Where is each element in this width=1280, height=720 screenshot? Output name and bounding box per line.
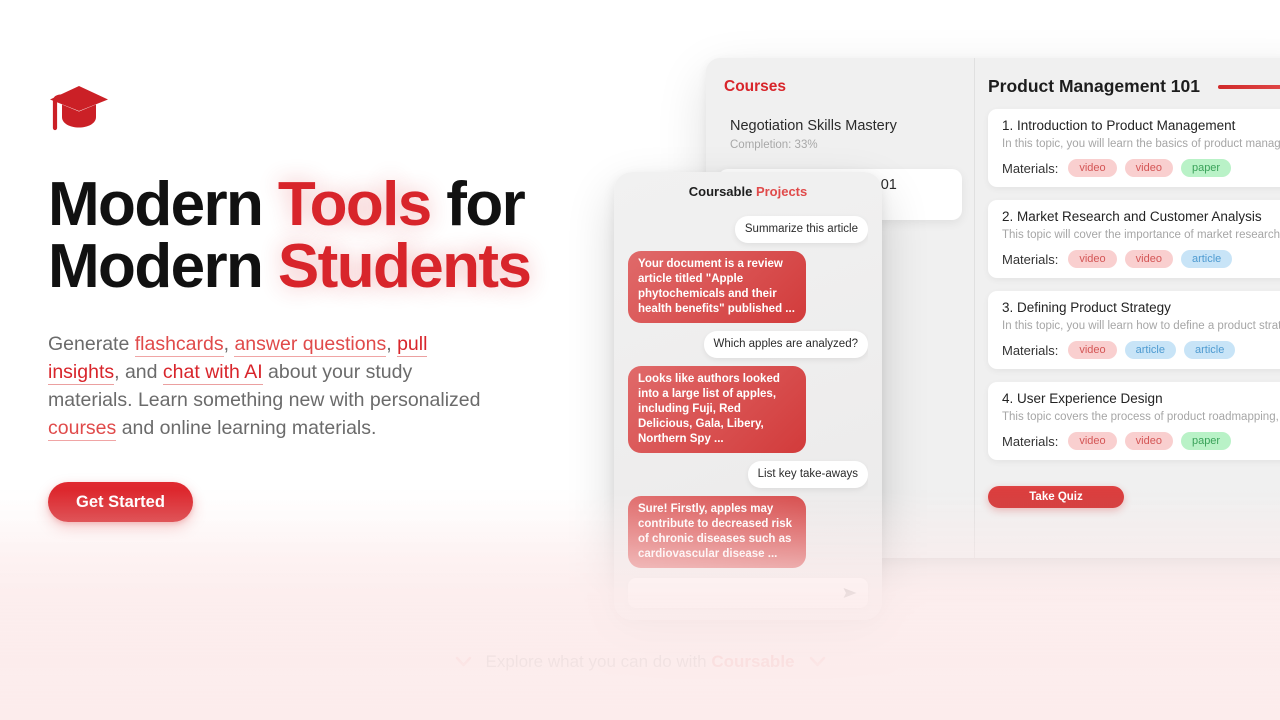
- explore-label: Explore what you can do with Coursable: [486, 652, 795, 672]
- get-started-button[interactable]: Get Started: [48, 482, 193, 522]
- page-title: Modern Tools for Modern Students: [48, 174, 608, 298]
- topic-title: 4. User Experience Design: [1002, 391, 1163, 406]
- materials-label: Materials:: [1002, 342, 1059, 358]
- topic-card[interactable]: 2. Market Research and Customer Analysis…: [988, 200, 1280, 286]
- material-tag-paper[interactable]: paper: [1180, 159, 1232, 177]
- topic-list: 1. Introduction to Product Management In…: [988, 109, 1280, 468]
- explore-brand: Coursable: [711, 652, 795, 671]
- headline-part-1: Modern: [48, 170, 278, 239]
- subcopy-text-6: and online learning materials.: [116, 417, 377, 439]
- header-rule: [1218, 84, 1280, 89]
- courses-heading: Courses: [724, 78, 787, 95]
- link-flashcards[interactable]: flashcards: [134, 333, 224, 357]
- material-tag-article[interactable]: article: [1184, 341, 1236, 359]
- topic-title: 1. Introduction to Product Management: [1002, 118, 1236, 133]
- headline-part-2: for: [430, 170, 525, 239]
- topic-card[interactable]: 1. Introduction to Product Management In…: [988, 109, 1280, 195]
- subcopy-text-4: , and: [114, 361, 163, 383]
- material-tag-video[interactable]: video: [1068, 159, 1117, 177]
- material-tag-article[interactable]: article: [1124, 341, 1176, 359]
- materials-row: Materials: video video article: [1002, 250, 1280, 268]
- material-tag-paper[interactable]: paper: [1180, 432, 1232, 450]
- explore-strip: Explore what you can do with Coursable: [0, 652, 1280, 672]
- chat-message-user: List key take-aways: [747, 461, 868, 488]
- materials-label: Materials:: [1002, 251, 1059, 267]
- quiz-area: Take Quiz: [988, 486, 1280, 508]
- headline-accent-students: Students: [277, 232, 532, 301]
- materials-label: Materials:: [1002, 433, 1059, 449]
- headline-accent-tools: Tools: [277, 170, 432, 239]
- topic-title: 3. Defining Product Strategy: [1002, 300, 1171, 315]
- link-answer-questions[interactable]: answer questions: [234, 333, 387, 357]
- topic-description: This topic will cover the importance of …: [1002, 229, 1280, 241]
- material-tag-video[interactable]: video: [1124, 250, 1173, 268]
- link-courses[interactable]: courses: [48, 417, 117, 441]
- chat-input[interactable]: [638, 586, 842, 600]
- headline-part-3: Modern: [48, 232, 278, 301]
- material-tag-video[interactable]: video: [1124, 159, 1173, 177]
- course-title: Product Management 101: [988, 76, 1200, 96]
- materials-row: Materials: video video paper: [1002, 432, 1280, 450]
- material-tag-article[interactable]: article: [1180, 250, 1233, 268]
- chevron-down-icon-right[interactable]: [809, 656, 826, 668]
- subcopy-text-1: Generate: [48, 333, 135, 355]
- material-tag-video[interactable]: video: [1124, 432, 1173, 450]
- topic-title: 2. Market Research and Customer Analysis: [1002, 209, 1262, 224]
- material-tag-video[interactable]: video: [1068, 341, 1117, 359]
- chevron-down-icon-left[interactable]: [455, 656, 472, 668]
- course-content-pane: Product Management 101 1. Introduction t…: [974, 58, 1280, 558]
- content-header: Product Management 101: [988, 76, 1280, 97]
- hero-section: Modern Tools for Modern Students Generat…: [48, 84, 608, 522]
- chat-message-user: Summarize this article: [734, 216, 868, 243]
- subcopy-text-2: ,: [223, 333, 235, 355]
- chat-input-row[interactable]: [628, 578, 868, 608]
- topic-description: This topic covers the process of product…: [1002, 411, 1280, 423]
- material-tag-video[interactable]: video: [1068, 432, 1117, 450]
- course-completion: Completion: 33%: [730, 139, 818, 151]
- materials-row: Materials: video video paper: [1002, 159, 1280, 177]
- chat-message-bot: Looks like authors looked into a large l…: [628, 366, 806, 453]
- course-name: Negotiation Skills Mastery: [730, 118, 897, 134]
- chat-widget: Coursable Projects Summarize this articl…: [614, 172, 882, 620]
- materials-label: Materials:: [1002, 160, 1059, 176]
- topic-card[interactable]: 3. Defining Product Strategy In this top…: [988, 291, 1280, 377]
- course-list-item[interactable]: Negotiation Skills Mastery Completion: 3…: [718, 110, 962, 161]
- topic-description: In this topic, you will learn the basics…: [1002, 138, 1280, 150]
- explore-text-before: Explore what you can do with: [485, 652, 712, 671]
- chat-message-bot: Your document is a review article titled…: [628, 251, 806, 323]
- chat-message-list: Summarize this article Your document is …: [628, 205, 868, 568]
- chat-header-projects: Projects: [755, 184, 808, 199]
- topic-card[interactable]: 4. User Experience Design This topic cov…: [988, 382, 1280, 468]
- take-quiz-button[interactable]: Take Quiz: [988, 486, 1124, 508]
- graduation-cap-icon: [50, 86, 108, 131]
- chat-header-brand: Coursable: [688, 184, 756, 199]
- landing-page: Modern Tools for Modern Students Generat…: [0, 0, 1280, 720]
- link-chat-with-ai[interactable]: chat with AI: [162, 361, 263, 385]
- chat-header: Coursable Projects: [628, 184, 868, 199]
- subcopy-text-3: ,: [386, 333, 398, 355]
- topic-description: In this topic, you will learn how to def…: [1002, 320, 1280, 332]
- hero-subcopy: Generate flashcards, answer questions, p…: [48, 330, 500, 442]
- materials-row: Materials: video article article: [1002, 341, 1280, 359]
- chat-message-bot: Sure! Firstly, apples may contribute to …: [628, 496, 806, 568]
- chat-message-user: Which apples are analyzed?: [703, 331, 868, 358]
- send-arrow-icon[interactable]: [842, 585, 858, 601]
- material-tag-video[interactable]: video: [1068, 250, 1117, 268]
